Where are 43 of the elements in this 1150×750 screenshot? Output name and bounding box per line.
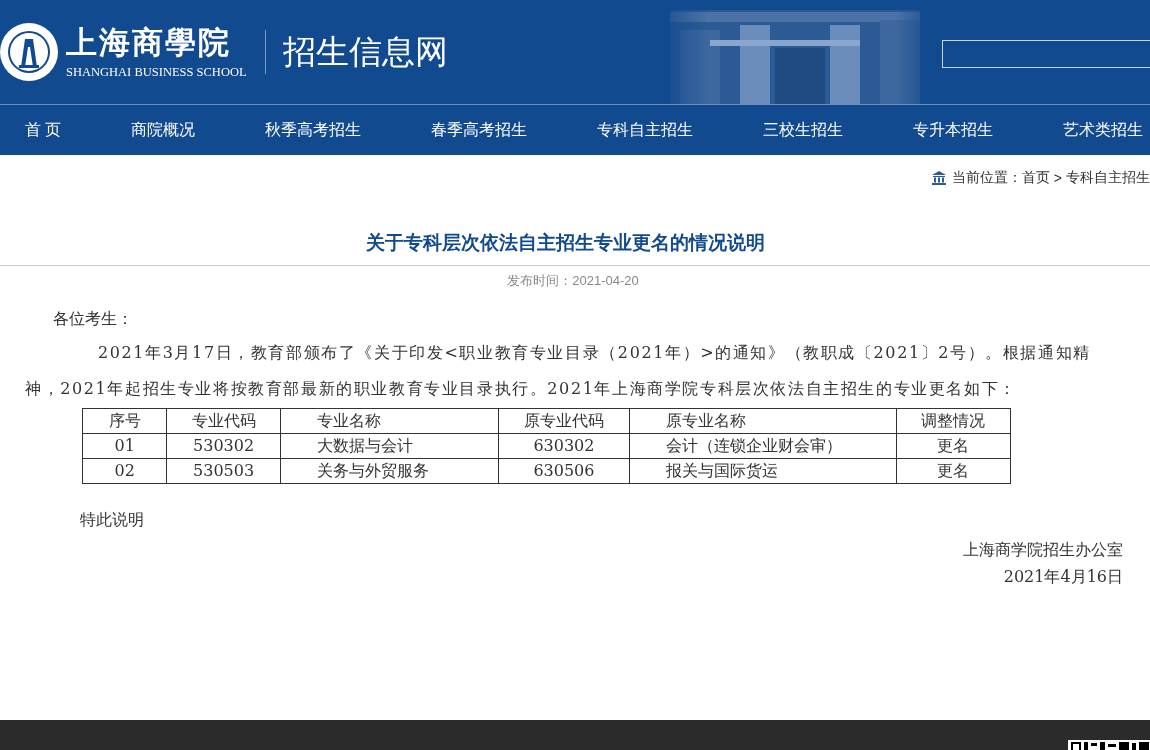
site-title: 招生信息网 [282,32,448,72]
table-cell: 630302 [498,433,630,459]
column-header: 调整情况 [896,408,1011,434]
table-cell: 更名 [896,433,1011,459]
breadcrumb-link[interactable]: 首页 [1021,169,1050,187]
table-cell: 630506 [498,458,630,484]
table-cell: 大数据与会计 [280,433,499,459]
nav-item[interactable]: 春季高考招生 [431,119,528,141]
nav-item[interactable]: 商院概况 [131,119,196,141]
breadcrumb-link[interactable]: 专科自主招生 [1066,169,1150,187]
column-header: 原专业代码 [498,408,630,434]
table-cell: 报关与国际货运 [629,458,897,484]
breadcrumb-label: 当前位置： [951,169,1022,187]
paragraph: 2021年3月17日，教育部颁布了《关于印发<职业教育专业目录（2021年）>的通知》（教职成〔2021〕2号）。根据通知精神，2021年起招生专业将按教育部最新的职业教育专业目录执行。2021年上海商学院专科层次依法自主招生的专业更名如下： [25,342,1092,400]
nav-item[interactable]: 专升本招生 [913,119,994,141]
search-field[interactable] [942,40,1150,68]
column-header: 专业名称 [280,408,499,434]
table-cell: 530503 [166,458,281,484]
publish-date: 发布时间：2021-04-20 [506,272,640,290]
table-cell: 关务与外贸服务 [280,458,499,484]
home-icon [931,171,946,185]
column-header: 原专业名称 [629,408,897,434]
table-cell: 02 [82,458,167,484]
greeting: 各位考生： [52,308,134,330]
signature: 上海商学院招生办公室 [962,539,1124,561]
table-cell: 更名 [896,458,1011,484]
nav-item[interactable]: 秋季高考招生 [265,119,362,141]
signature-date: 2021年4月16日 [1002,566,1124,588]
table-cell: 530302 [166,433,281,459]
nav-item[interactable]: 首 页 [25,119,62,141]
nav-item[interactable]: 艺术类招生 [1063,119,1144,141]
article-title: 关于专科层次依法自主招生专业更名的情况说明 [364,231,766,255]
breadcrumb-separator: > [1053,170,1062,186]
table-cell: 会计（连锁企业财会审） [629,433,897,459]
school-name-english: SHANGHAI BUSINESS SCHOOL [66,64,247,80]
nav-item[interactable]: 专科自主招生 [597,119,694,141]
nav-item[interactable]: 三校生招生 [763,119,844,141]
column-header: 专业代码 [166,408,281,434]
column-header: 序号 [82,408,167,434]
qr-code-icon [1068,740,1150,750]
table-cell: 01 [82,433,167,459]
closing-remark: 特此说明 [79,509,145,531]
school-name: 上海商學院 [66,24,231,60]
